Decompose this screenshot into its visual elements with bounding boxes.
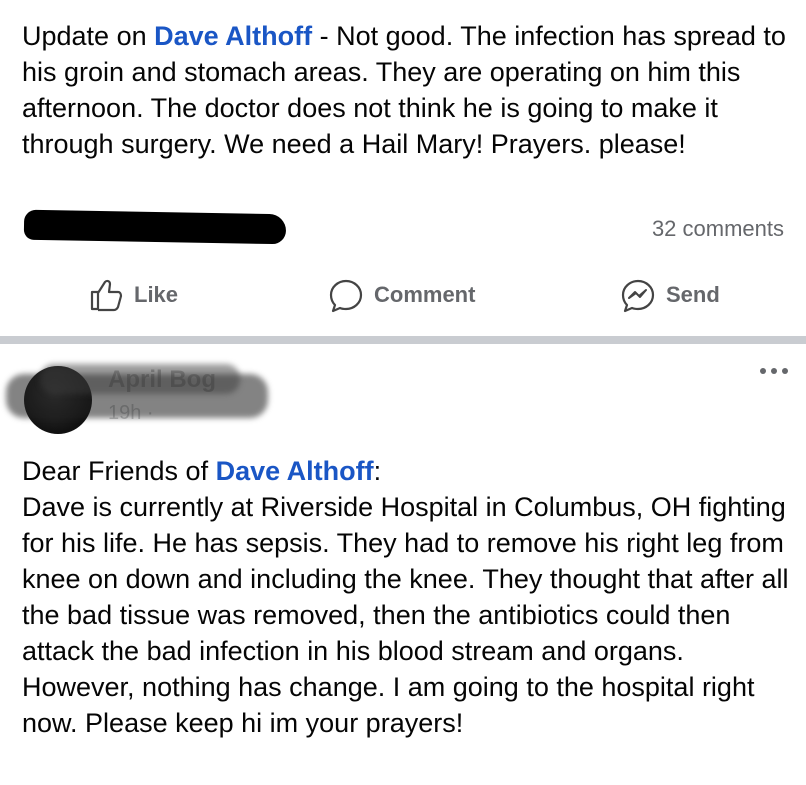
messenger-icon [621, 279, 655, 313]
thumbs-up-icon [90, 279, 123, 312]
post-divider [0, 336, 806, 344]
reactions-row: 32 comments [0, 208, 806, 248]
send-label: Send [666, 282, 720, 307]
post2-body: Dave is currently at Riverside Hospital … [22, 492, 789, 738]
post2-greeting-suffix: : [373, 456, 382, 486]
ellipsis-icon [760, 368, 766, 374]
more-options-button[interactable] [760, 368, 788, 374]
post2-body-text: Dear Friends of Dave Althoff: Dave is cur… [22, 453, 792, 741]
comment-button[interactable]: Comment [328, 272, 475, 318]
post2-mention-link[interactable]: Dave Althoff [216, 456, 374, 486]
post1-prefix: Update on [22, 21, 155, 51]
action-bar: Like Comment Send [0, 272, 806, 318]
ellipsis-icon [782, 368, 788, 374]
like-button[interactable]: Like [88, 272, 178, 318]
post1-body-text: Update on Dave Althoff - Not good. The i… [22, 18, 792, 162]
post2-greeting-prefix: Dear Friends of [22, 456, 216, 486]
comments-count-link[interactable]: 32 comments [652, 216, 784, 242]
speech-bubble-icon [329, 279, 363, 313]
redaction-blur [40, 364, 240, 394]
like-label: Like [134, 282, 179, 307]
comment-label: Comment [374, 282, 476, 307]
redaction-mark [23, 209, 287, 245]
ellipsis-icon [771, 368, 777, 374]
post1-mention-link[interactable]: Dave Althoff [154, 21, 312, 51]
send-button[interactable]: Send [620, 272, 720, 318]
post2-header: April Bog 19h · [0, 344, 806, 444]
